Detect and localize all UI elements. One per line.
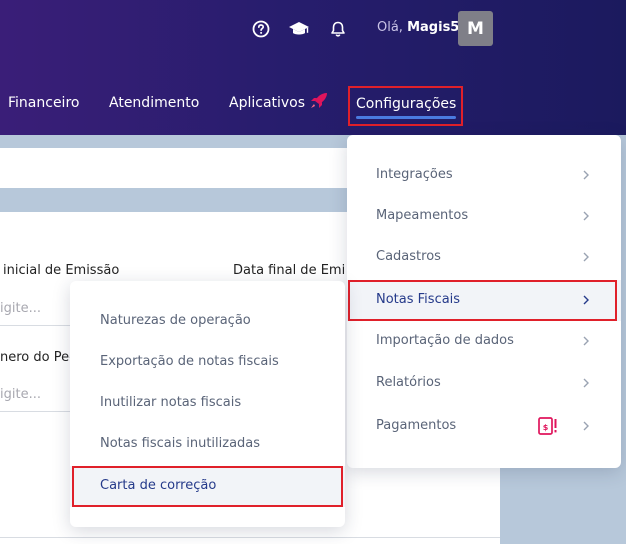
active-nav-underline (356, 116, 456, 119)
menu-item-cadastros[interactable]: Cadastros (347, 237, 621, 278)
divider (0, 537, 500, 538)
menu-item-integracoes[interactable]: Integrações (347, 155, 621, 196)
menu-item-notas-inutilizadas[interactable]: Notas fiscais inutilizadas (70, 424, 345, 465)
nav-configuracoes-label: Configurações (356, 96, 457, 112)
divider (0, 411, 70, 412)
menu-item-label: Inutilizar notas fiscais (100, 395, 242, 410)
divider (0, 325, 70, 326)
menu-item-label: Mapeamentos (376, 208, 469, 223)
chevron-right-icon (583, 211, 589, 221)
data-final-label: Data final de Emi (233, 263, 346, 278)
numero-pedido-label: nero do Pec (0, 350, 77, 365)
numero-pedido-input[interactable]: igite... (0, 387, 41, 402)
svg-text:$: $ (543, 423, 549, 432)
menu-item-label: Integrações (376, 167, 453, 182)
nav-financeiro[interactable]: Financeiro (8, 95, 79, 111)
filter-bar (0, 148, 348, 188)
menu-item-relatorios[interactable]: Relatórios (347, 363, 621, 404)
greeting: Olá, Magis5 (377, 20, 459, 35)
data-inicial-label: inicial de Emissão (3, 263, 120, 278)
data-inicial-input[interactable]: igite... (0, 301, 41, 316)
menu-item-inutilizar-notas[interactable]: Inutilizar notas fiscais (70, 383, 345, 424)
user-name: Magis5 (407, 20, 460, 35)
notas-fiscais-highlight (348, 280, 617, 321)
chevron-right-icon (583, 421, 589, 431)
payment-alert-icon: $ (538, 417, 557, 435)
graduation-cap-icon[interactable] (288, 18, 310, 40)
menu-item-pagamentos[interactable]: Pagamentos $ (347, 406, 621, 447)
top-header: Olá, Magis5 M Financeiro Atendimento Apl… (0, 0, 626, 135)
chevron-right-icon (583, 252, 589, 262)
nav-aplicativos[interactable]: Aplicativos (229, 95, 305, 111)
nav-configuracoes[interactable]: Configurações (348, 86, 463, 126)
menu-item-label: Importação de dados (376, 333, 514, 348)
avatar[interactable]: M (458, 11, 493, 46)
chevron-right-icon (583, 170, 589, 180)
menu-item-label: Naturezas de operação (100, 313, 251, 328)
menu-item-label: Notas fiscais inutilizadas (100, 436, 261, 451)
menu-item-label: Pagamentos (376, 418, 457, 433)
menu-item-naturezas-de-operacao[interactable]: Naturezas de operação (70, 301, 345, 342)
menu-item-label: Relatórios (376, 375, 441, 390)
menu-item-label: Exportação de notas fiscais (100, 354, 279, 369)
rocket-icon (309, 92, 329, 110)
chevron-right-icon (583, 336, 589, 346)
menu-item-mapeamentos[interactable]: Mapeamentos (347, 196, 621, 237)
greeting-prefix: Olá, (377, 20, 403, 35)
menu-item-importacao-de-dados[interactable]: Importação de dados (347, 321, 621, 362)
chevron-right-icon (583, 378, 589, 388)
carta-de-correcao-highlight (72, 466, 343, 507)
help-icon[interactable] (250, 18, 272, 40)
nav-atendimento[interactable]: Atendimento (109, 95, 199, 111)
bell-icon[interactable] (327, 18, 349, 40)
menu-item-exportacao-de-notas[interactable]: Exportação de notas fiscais (70, 342, 345, 383)
menu-item-label: Cadastros (376, 249, 441, 264)
